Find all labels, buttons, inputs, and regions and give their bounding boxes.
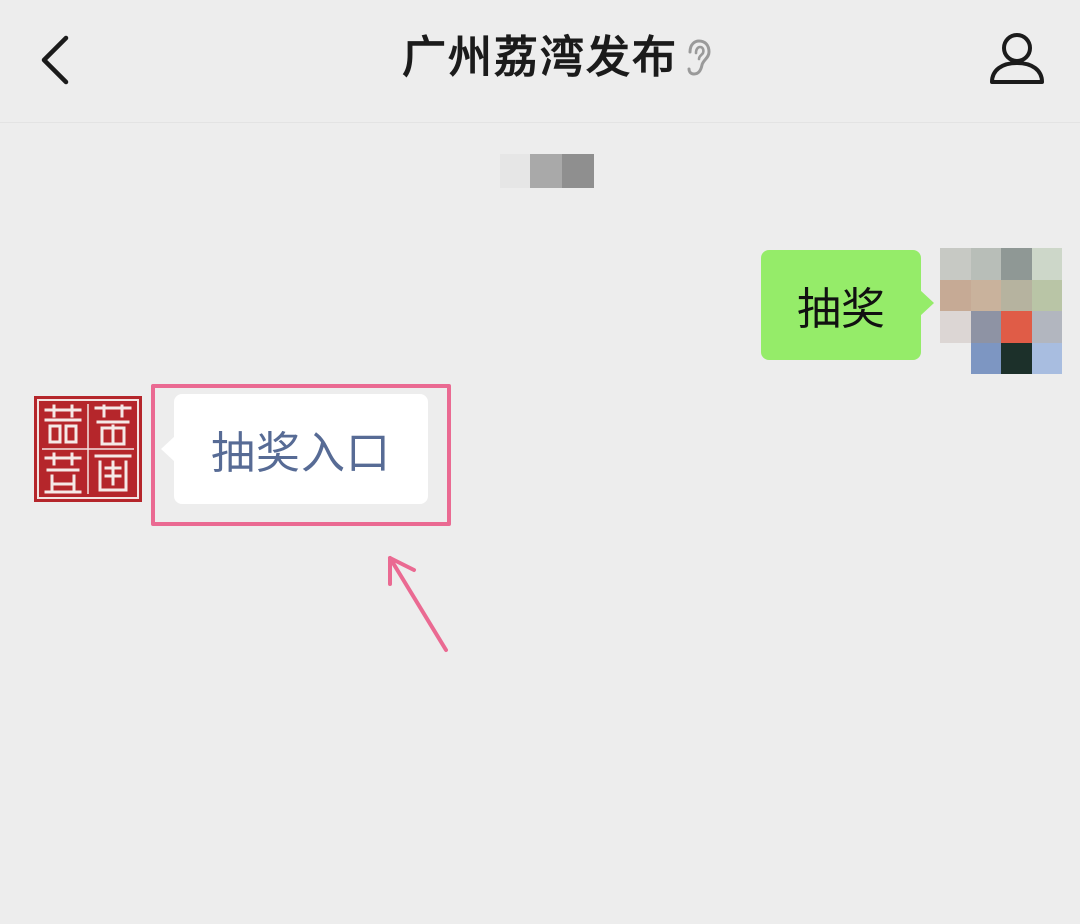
ear-icon [687, 39, 711, 76]
chat-info-button[interactable] [980, 26, 1054, 92]
self-avatar-redacted[interactable] [940, 248, 1062, 374]
highlight-frame [151, 384, 451, 526]
self-message-bubble[interactable]: 抽奖 [761, 250, 934, 360]
person-icon [990, 33, 1044, 84]
navigation-bar: 广州荔湾发布 [0, 0, 1080, 123]
message-timestamp-redacted [500, 154, 594, 188]
chat-title: 广州荔湾发布 [402, 32, 678, 83]
pointer-arrow-icon [388, 556, 448, 652]
official-account-avatar[interactable] [34, 396, 142, 502]
